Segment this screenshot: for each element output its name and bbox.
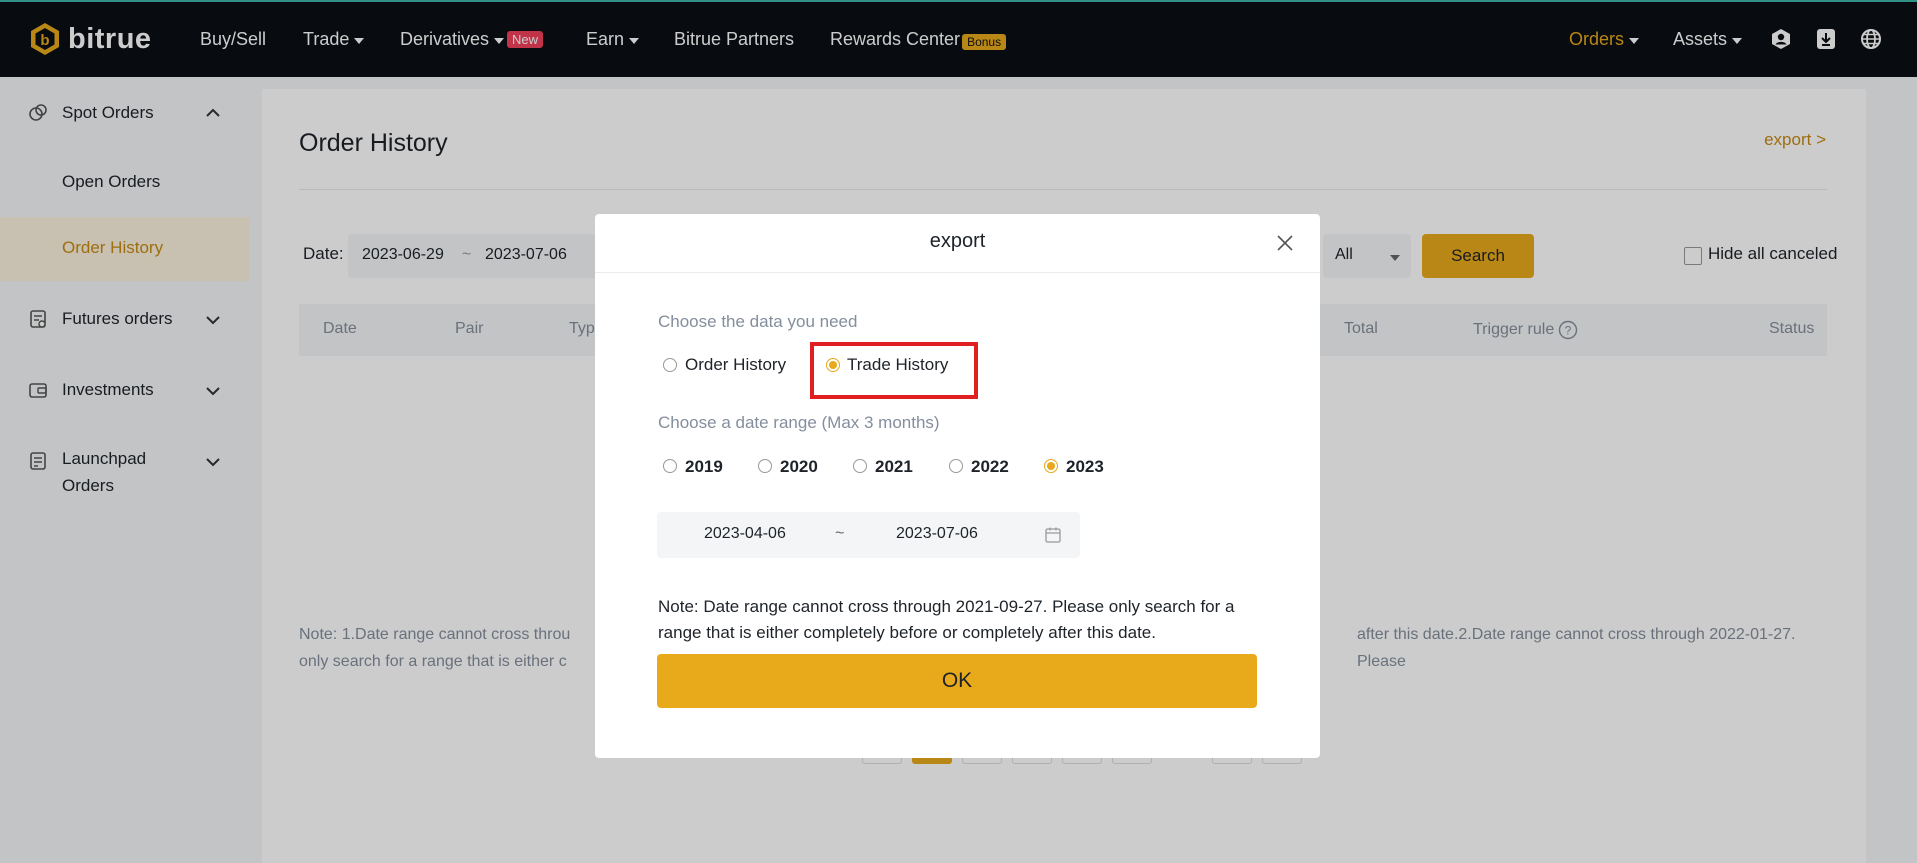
calendar-icon [1045, 527, 1061, 543]
year-2022-radio[interactable] [949, 459, 963, 473]
year-2023-radio[interactable] [1044, 459, 1058, 473]
choose-range-label: Choose a date range (Max 3 months) [658, 413, 940, 432]
year-2020-radio[interactable] [758, 459, 772, 473]
year-2021-label[interactable]: 2021 [875, 457, 913, 477]
modal-divider [595, 272, 1320, 273]
year-2019-label[interactable]: 2019 [685, 457, 723, 477]
year-2022-label[interactable]: 2022 [971, 457, 1009, 477]
modal-note: Note: Date range cannot cross through 20… [658, 597, 1235, 642]
modal-title: export [929, 230, 986, 252]
year-2021-radio[interactable] [853, 459, 867, 473]
range-to: 2023-07-06 [896, 525, 978, 542]
year-2020-label[interactable]: 2020 [780, 457, 818, 477]
year-2023-label[interactable]: 2023 [1066, 457, 1104, 477]
ok-button[interactable]: OK [657, 654, 1257, 708]
modal-date-range-picker[interactable]: 2023-04-06 ~ 2023-07-06 [657, 512, 1080, 558]
export-modal: export Choose the data you need Order Hi… [595, 214, 1320, 758]
range-from: 2023-04-06 [704, 525, 786, 542]
year-2019-radio[interactable] [663, 459, 677, 473]
selection-highlight-box [810, 342, 978, 399]
order-history-radio[interactable] [663, 358, 677, 372]
range-separator: ~ [835, 525, 845, 542]
close-icon[interactable] [1275, 233, 1295, 253]
choose-data-label: Choose the data you need [658, 312, 858, 331]
order-history-option-label[interactable]: Order History [685, 355, 786, 375]
